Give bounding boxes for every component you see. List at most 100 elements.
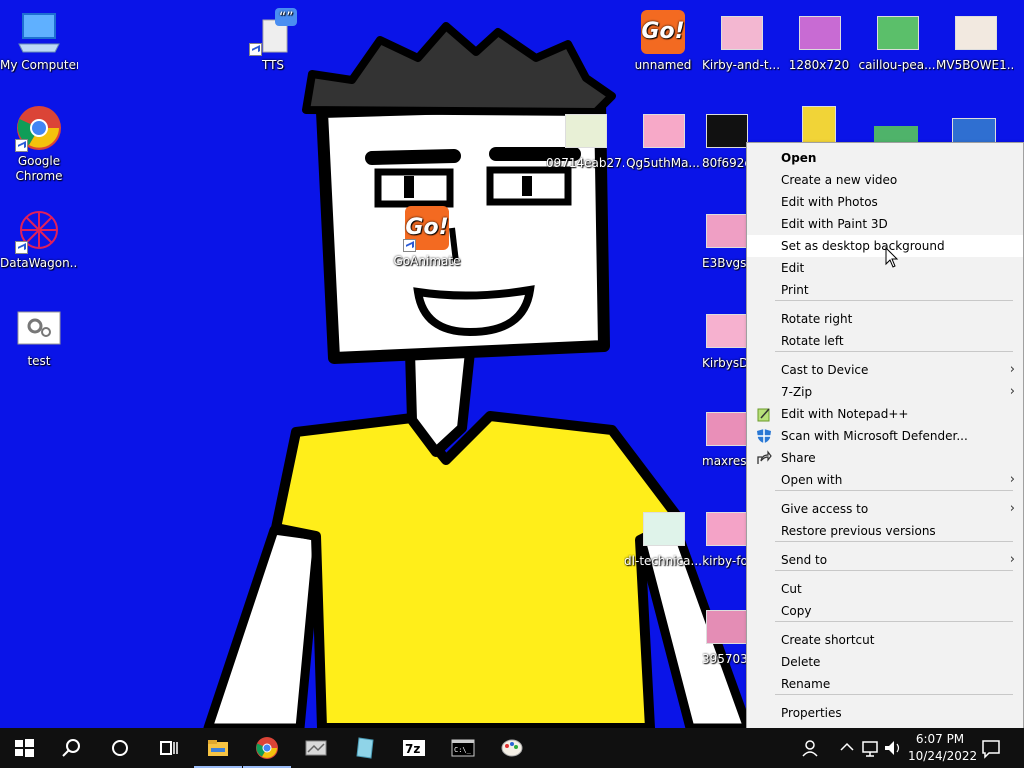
app-taskbar-button[interactable] — [292, 728, 340, 768]
image-file-e3bvgs[interactable]: E3BvgsN — [702, 206, 748, 271]
tts-shortcut[interactable]: “” TTS — [234, 8, 312, 73]
menu-item-give-access-to[interactable]: Give access to › — [747, 498, 1023, 520]
unnamed-file[interactable]: Go! unnamed — [624, 8, 702, 73]
chrome-icon — [256, 737, 278, 759]
desktop-icon-label: My Computer — [0, 58, 78, 72]
shortcut-arrow-icon — [403, 239, 416, 252]
people-icon[interactable] — [800, 736, 822, 760]
taskbar-clock[interactable]: 6:07 PM 10/24/2022 — [908, 731, 977, 765]
share-icon — [757, 450, 772, 464]
menu-item-edit-with-photos[interactable]: Edit with Photos — [747, 191, 1023, 213]
shortcut-arrow-icon — [15, 241, 28, 254]
menu-item-print[interactable]: Print — [747, 279, 1023, 301]
menu-item-delete[interactable]: Delete — [747, 651, 1023, 673]
image-file-1280x720[interactable]: 1280x720 — [780, 8, 858, 73]
computer-icon — [15, 8, 63, 56]
menu-separator — [775, 490, 1013, 491]
search-button[interactable] — [48, 728, 96, 768]
desktop-icon-label: 3957038 — [702, 652, 748, 666]
menu-item-edit-with-notepad[interactable]: Edit with Notepad++ — [747, 403, 1023, 425]
image-file-maxres[interactable]: maxresd — [702, 404, 748, 469]
image-file-kirby-fo[interactable]: kirby-fo — [702, 504, 748, 569]
svg-text:7z: 7z — [405, 742, 420, 756]
desktop-icon-label: GoAnimate — [393, 254, 461, 268]
desktop-icon-label: KirbysD — [702, 356, 748, 370]
menu-separator — [775, 621, 1013, 622]
image-thumbnail-icon[interactable] — [874, 126, 918, 142]
search-icon — [62, 739, 80, 757]
image-file-kirbysd[interactable]: KirbysD — [702, 306, 748, 371]
paint-taskbar-button[interactable] — [488, 728, 536, 768]
menu-item-copy[interactable]: Copy — [747, 600, 1023, 622]
volume-icon[interactable] — [882, 736, 904, 760]
image-file-caillou[interactable]: caillou-pea... — [858, 8, 936, 73]
menu-item-open-with[interactable]: Open with › — [747, 469, 1023, 491]
notepad-taskbar-button[interactable] — [341, 728, 389, 768]
svg-text:“”: “” — [279, 10, 294, 26]
menu-item-create-new-video[interactable]: Create a new video — [747, 169, 1023, 191]
start-button[interactable] — [0, 728, 48, 768]
file-explorer-taskbar-button[interactable] — [194, 728, 242, 768]
notification-icon[interactable] — [980, 736, 1002, 760]
image-thumbnail-icon — [702, 404, 750, 452]
mouse-cursor-icon — [885, 247, 899, 268]
menu-separator — [775, 351, 1013, 352]
menu-item-label: Scan with Microsoft Defender... — [781, 429, 968, 443]
goanimate-icon: Go! — [403, 204, 451, 252]
menu-item-edit-with-paint-3d[interactable]: Edit with Paint 3D — [747, 213, 1023, 235]
network-icon[interactable] — [860, 736, 882, 760]
image-thumbnail-icon[interactable] — [952, 118, 996, 144]
menu-item-label: Open — [781, 151, 817, 165]
notepad-plus-icon — [757, 408, 770, 422]
menu-item-rotate-left[interactable]: Rotate left — [747, 330, 1023, 352]
7zip-taskbar-button[interactable]: 7z — [390, 728, 438, 768]
menu-item-label: Properties — [781, 706, 842, 720]
task-view-button[interactable] — [144, 728, 192, 768]
test-icon-item[interactable]: test — [0, 304, 78, 369]
chevron-up-icon[interactable] — [836, 736, 858, 760]
menu-item-create-shortcut[interactable]: Create shortcut — [747, 629, 1023, 651]
desktop[interactable]: My Computer Google Chrome DataWagon... t… — [0, 0, 1024, 728]
desktop-icon-label: kirby-fo — [702, 554, 748, 568]
image-file-0971[interactable]: 09714eab27... — [546, 106, 624, 171]
menu-separator — [775, 541, 1013, 542]
menu-item-cut[interactable]: Cut — [747, 578, 1023, 600]
chrome-taskbar-button[interactable] — [243, 728, 291, 768]
datawagon-shortcut[interactable]: DataWagon... — [0, 206, 78, 271]
image-thumbnail-icon[interactable] — [802, 106, 836, 144]
menu-item-rename[interactable]: Rename — [747, 673, 1023, 695]
desktop-icon-label: maxresd — [702, 454, 748, 468]
menu-item-rotate-right[interactable]: Rotate right — [747, 308, 1023, 330]
chevron-right-icon: › — [1009, 501, 1015, 516]
image-file-technica[interactable]: dl-technica... — [624, 504, 702, 569]
menu-item-7-zip[interactable]: 7-Zip › — [747, 381, 1023, 403]
desktop-icon-label: caillou-pea... — [858, 58, 936, 72]
menu-item-open[interactable]: Open — [747, 147, 1023, 169]
image-file-qg5uth[interactable]: Qg5uthMa... — [624, 106, 702, 171]
cortana-button[interactable] — [96, 728, 144, 768]
desktop-icon-label: Google Chrome — [15, 154, 63, 183]
menu-item-share[interactable]: Share — [747, 447, 1023, 469]
image-thumbnail-icon — [702, 602, 750, 650]
menu-item-restore-previous-versions[interactable]: Restore previous versions — [747, 520, 1023, 542]
shortcut-arrow-icon — [249, 43, 262, 56]
my-computer-icon[interactable]: My Computer — [0, 8, 78, 73]
menu-item-send-to[interactable]: Send to › — [747, 549, 1023, 571]
paint-app-icon — [501, 739, 523, 757]
menu-item-label: Edit with Notepad++ — [781, 407, 909, 421]
menu-item-properties[interactable]: Properties — [747, 702, 1023, 724]
chevron-right-icon: › — [1009, 552, 1015, 567]
goanimate-shortcut[interactable]: Go! GoAnimate — [388, 204, 466, 269]
command-prompt-taskbar-button[interactable]: C:\_ — [439, 728, 487, 768]
image-file-mv5bowe[interactable]: MV5BOWE1... — [936, 8, 1014, 73]
cortana-icon — [112, 740, 128, 756]
desktop-icon-label: DataWagon... — [0, 256, 78, 270]
menu-item-label: Share — [781, 451, 816, 465]
desktop-icon-label: MV5BOWE1... — [936, 58, 1014, 72]
menu-item-cast-to-device[interactable]: Cast to Device › — [747, 359, 1023, 381]
image-file-kirby-and[interactable]: Kirby-and-t... — [702, 8, 780, 73]
menu-item-scan-with-defender[interactable]: Scan with Microsoft Defender... — [747, 425, 1023, 447]
google-chrome-shortcut[interactable]: Google Chrome — [0, 104, 78, 184]
image-file-3957038[interactable]: 3957038 — [702, 602, 748, 667]
image-file-80f692[interactable]: 80f692c — [702, 106, 750, 171]
